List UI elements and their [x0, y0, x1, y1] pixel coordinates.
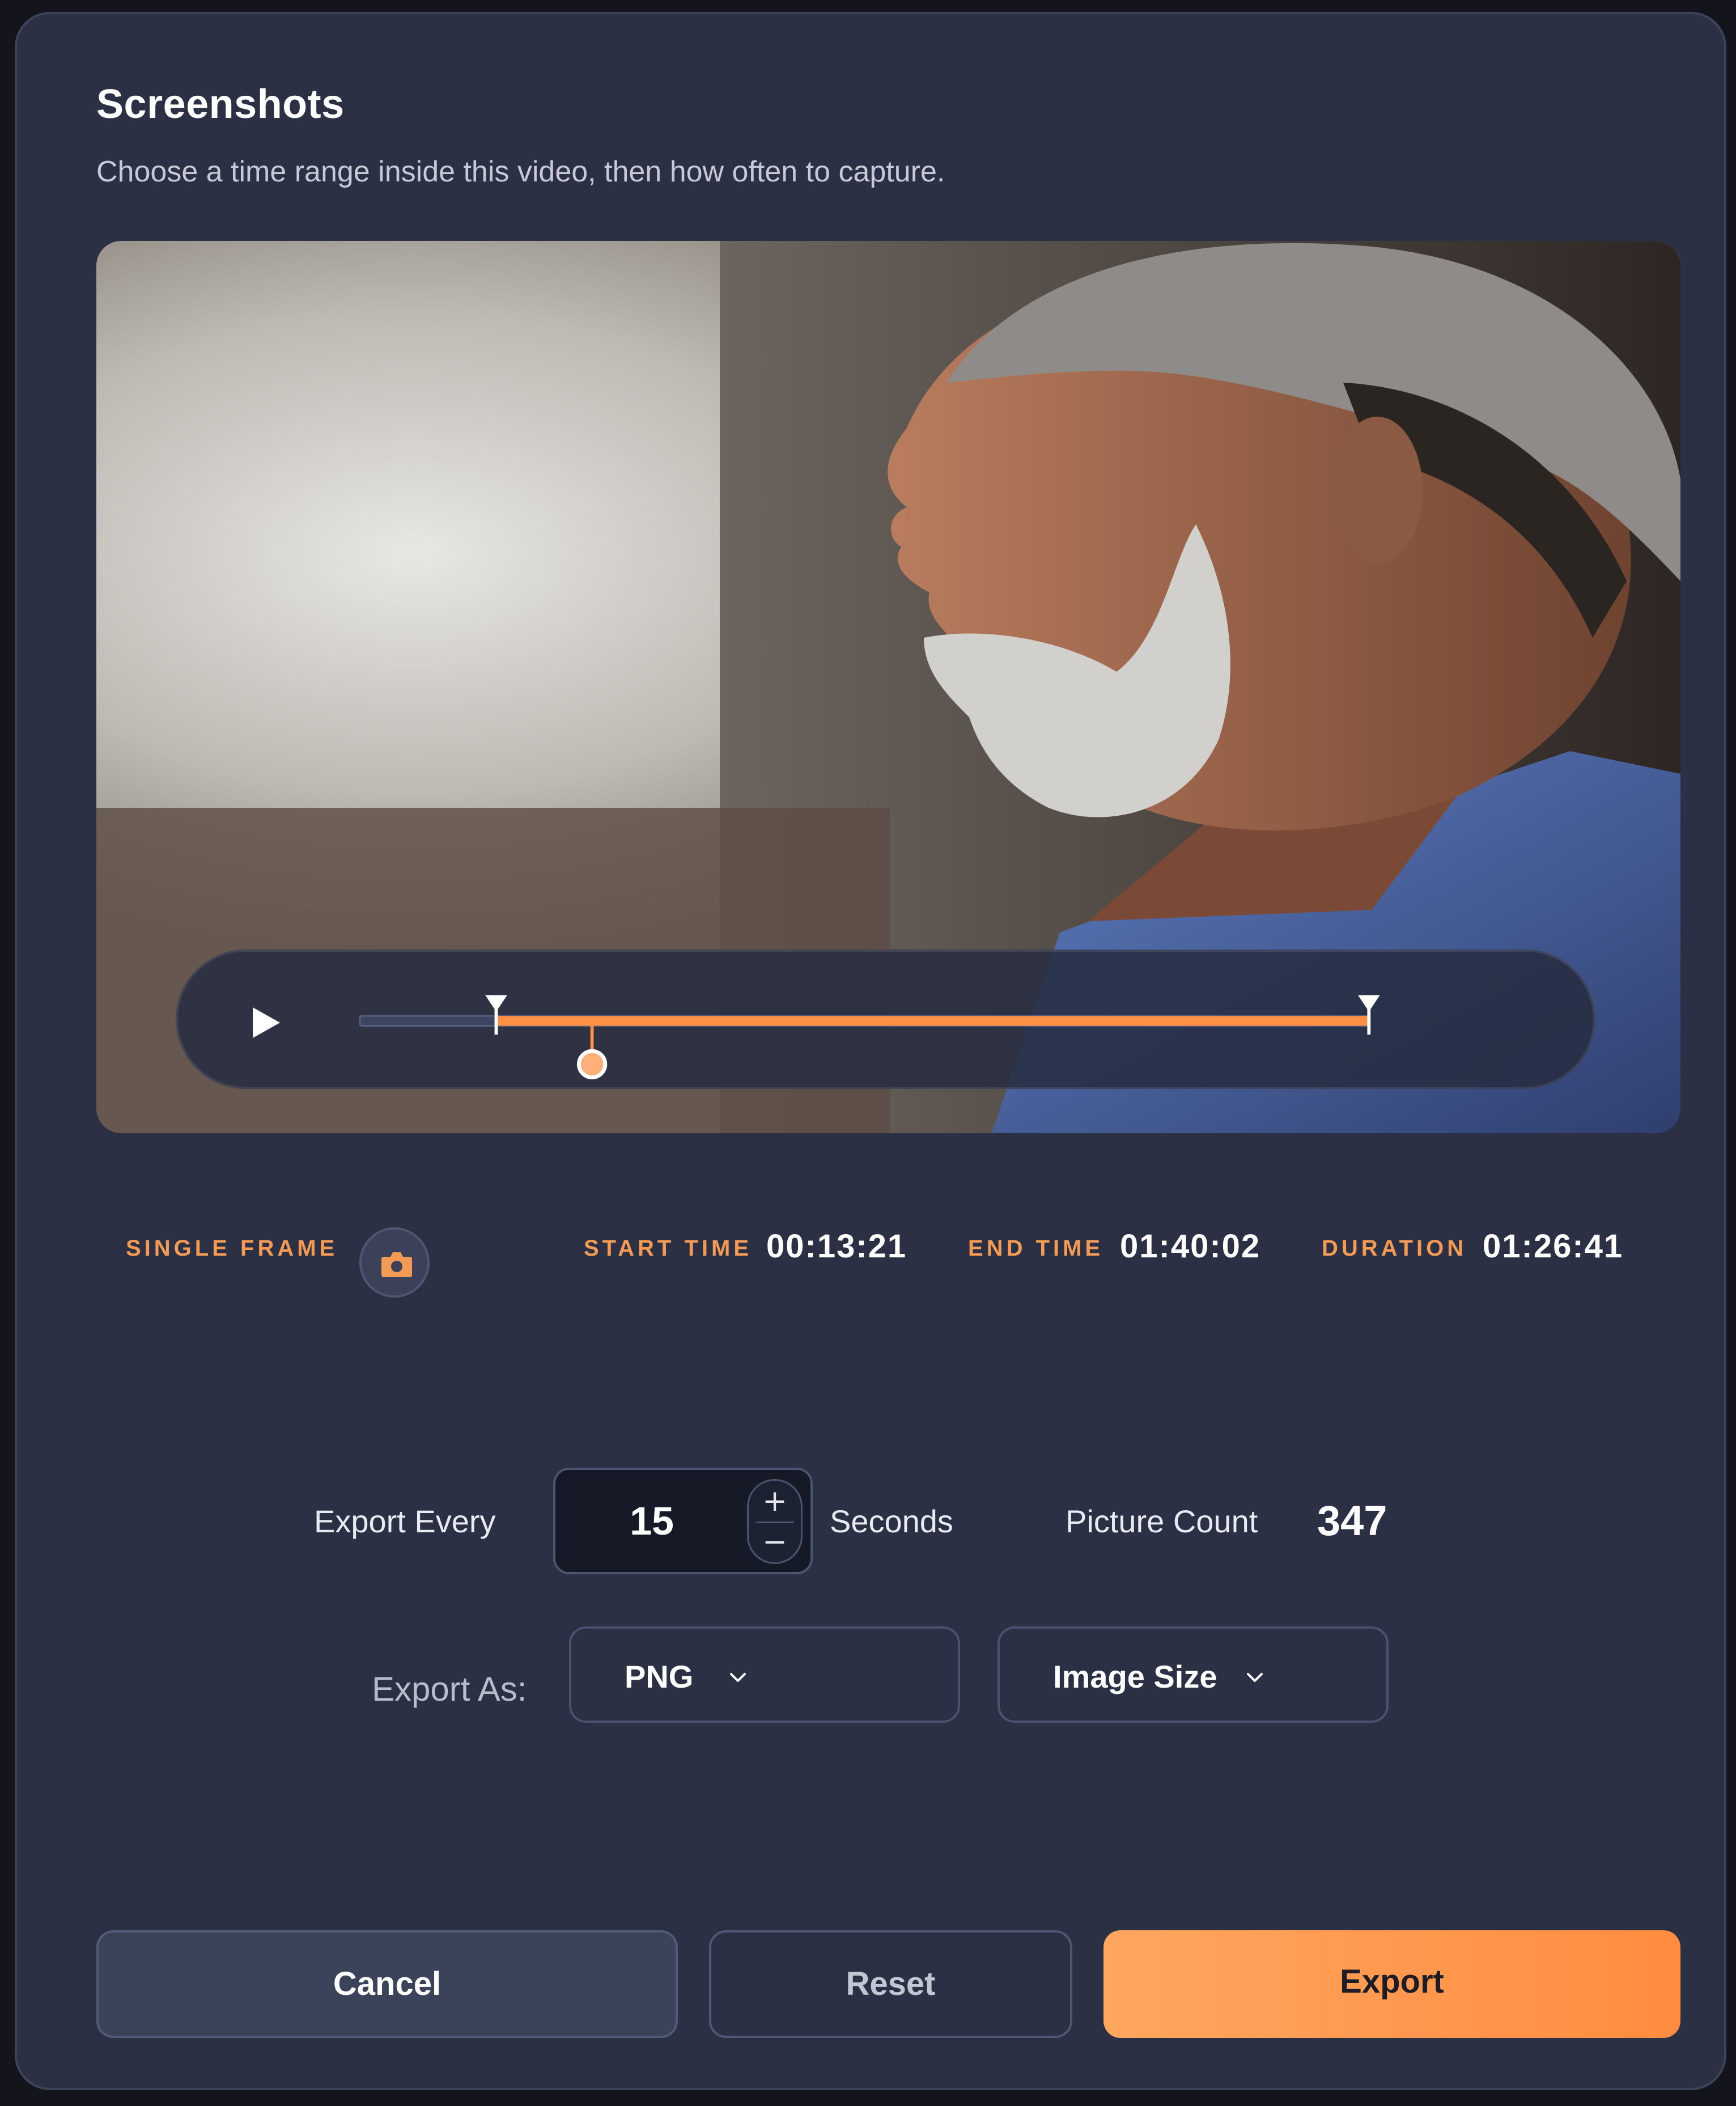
format-dropdown-value: PNG — [625, 1659, 694, 1694]
duration-value: 01:26:41 — [1483, 1228, 1624, 1265]
format-dropdown[interactable]: PNG — [569, 1626, 960, 1723]
screenshots-dialog: Screenshots Choose a time range inside t… — [15, 12, 1726, 2090]
export-button[interactable]: Export — [1103, 1930, 1680, 2038]
stepper-buttons: + − — [747, 1479, 803, 1564]
video-preview[interactable] — [96, 241, 1680, 1133]
dialog-title: Screenshots — [96, 82, 345, 127]
timeline-track[interactable] — [178, 952, 1593, 1087]
handle-line — [1367, 1008, 1371, 1035]
image-size-dropdown[interactable]: Image Size — [998, 1626, 1389, 1723]
export-every-label: Export Every — [314, 1503, 496, 1539]
start-time-label: START TIME — [584, 1236, 753, 1261]
cancel-button[interactable]: Cancel — [96, 1930, 678, 2038]
interval-value[interactable]: 15 — [555, 1498, 748, 1544]
picture-count-value: 347 — [1317, 1497, 1387, 1544]
single-frame-button[interactable] — [359, 1227, 430, 1298]
range-start-handle[interactable] — [485, 995, 507, 1035]
end-time-value: 01:40:02 — [1120, 1228, 1261, 1265]
playhead[interactable] — [577, 1023, 608, 1079]
range-end-handle[interactable] — [1357, 995, 1380, 1035]
interval-stepper[interactable]: 15 + − — [553, 1468, 813, 1574]
end-time-label: END TIME — [968, 1236, 1104, 1261]
dialog-subtitle: Choose a time range inside this video, t… — [96, 155, 945, 188]
playhead-knob — [577, 1049, 608, 1079]
increment-button[interactable]: + — [749, 1481, 801, 1522]
selected-range — [496, 1016, 1369, 1026]
picture-count-label: Picture Count — [1066, 1503, 1258, 1539]
export-as-label: Export As: — [372, 1670, 527, 1708]
chevron-down-icon — [730, 1673, 746, 1682]
decrement-button[interactable]: − — [749, 1522, 801, 1562]
reset-button[interactable]: Reset — [709, 1930, 1072, 2038]
camera-icon — [381, 1252, 412, 1277]
image-size-dropdown-label: Image Size — [1053, 1659, 1217, 1694]
interval-unit: Seconds — [830, 1503, 953, 1539]
handle-line — [494, 1008, 498, 1035]
playback-controls — [176, 950, 1595, 1089]
chevron-down-icon — [1247, 1673, 1263, 1682]
duration-label: DURATION — [1322, 1236, 1467, 1261]
start-time-value: 00:13:21 — [766, 1228, 907, 1265]
single-frame-label: SINGLE FRAME — [126, 1236, 338, 1261]
